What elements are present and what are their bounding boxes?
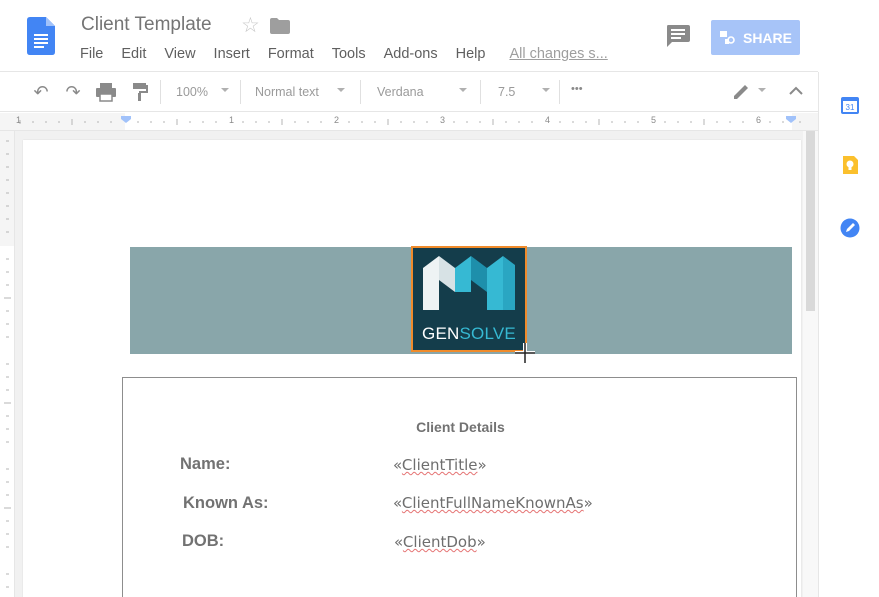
font-select[interactable]: Verdana: [377, 85, 424, 99]
menu-edit[interactable]: Edit: [121, 46, 146, 62]
right-indent-marker: [786, 116, 796, 123]
share-button[interactable]: SHARE: [711, 20, 800, 55]
merge-close: »: [476, 533, 486, 551]
folder-icon[interactable]: [270, 18, 290, 34]
menu-tools[interactable]: Tools: [332, 46, 366, 62]
docs-logo-icon[interactable]: [27, 17, 55, 55]
toolbar-divider: [360, 80, 361, 104]
menu-file[interactable]: File: [80, 46, 103, 62]
size-caret-icon: [542, 88, 550, 92]
share-lock-icon: [719, 30, 735, 44]
move-cursor-icon: [515, 343, 535, 363]
tasks-icon[interactable]: [840, 218, 860, 238]
collapse-menu-icon[interactable]: [787, 84, 805, 98]
client-title-merge-field[interactable]: «ClientTitle»: [393, 456, 487, 474]
merge-close: »: [583, 494, 593, 512]
left-indent-marker: [121, 116, 131, 123]
ruler-number: 1: [16, 115, 22, 125]
toolbar-divider: [559, 80, 560, 104]
scrollbar-thumb[interactable]: [806, 131, 815, 311]
merge-open: «: [393, 494, 402, 512]
menu-format[interactable]: Format: [268, 46, 314, 62]
ruler-ticks: [19, 116, 801, 125]
side-panel: 31: [818, 72, 879, 597]
vertical-scrollbar[interactable]: [803, 131, 818, 597]
known-as-merge-field[interactable]: «ClientFullNameKnownAs»: [393, 494, 593, 512]
more-icon[interactable]: •••: [571, 83, 583, 95]
comment-icon[interactable]: [666, 25, 690, 47]
merge-field-name: ClientFullNameKnownAs: [401, 494, 584, 512]
client-details-title: Client Details: [416, 419, 505, 435]
style-select[interactable]: Normal text: [255, 85, 319, 99]
ruler-number: 6: [756, 115, 762, 125]
ruler-number: 4: [545, 115, 551, 125]
print-icon[interactable]: [95, 82, 117, 102]
merge-field-name: ClientDob: [402, 533, 477, 551]
menu-view[interactable]: View: [164, 46, 195, 62]
horizontal-ruler[interactable]: 1 1 2 3 4 5 6: [0, 113, 818, 131]
menu-insert[interactable]: Insert: [214, 46, 250, 62]
vertical-ruler[interactable]: [0, 131, 15, 597]
calendar-icon[interactable]: 31: [840, 95, 860, 115]
merge-open: «: [393, 456, 402, 474]
header-bar: Client Template ☆ File Edit View Insert …: [0, 0, 879, 72]
header-right-spacer: [818, 0, 879, 72]
logo-wordmark-gen: GEN: [422, 324, 460, 343]
document-canvas[interactable]: GENSOLVE Client Details Name: «ClientTit…: [15, 131, 803, 597]
gensolve-m-logo-icon: [423, 256, 515, 310]
editing-mode-pencil-icon[interactable]: [731, 82, 753, 102]
toolbar: ↶ ↷ 100% Normal text Verdana 7.5 •••: [0, 72, 818, 112]
toolbar-divider: [480, 80, 481, 104]
calendar-day: 31: [846, 103, 855, 112]
ruler-number: 3: [440, 115, 446, 125]
star-icon[interactable]: ☆: [241, 13, 260, 38]
share-label: SHARE: [742, 29, 792, 46]
menu-addons[interactable]: Add-ons: [384, 46, 438, 62]
keep-icon[interactable]: [840, 155, 860, 175]
vertical-ruler-ticks: [4, 140, 11, 588]
menu-bar: File Edit View Insert Format Tools Add-o…: [80, 46, 626, 62]
font-size-select[interactable]: 7.5: [498, 85, 515, 99]
undo-icon[interactable]: ↶: [30, 82, 52, 102]
zoom-caret-icon: [221, 88, 229, 92]
merge-close: »: [477, 456, 487, 474]
redo-icon[interactable]: ↷: [62, 82, 84, 102]
ruler-number: 1: [229, 115, 235, 125]
dob-label: DOB:: [182, 532, 225, 550]
ruler-number: 2: [334, 115, 340, 125]
name-label: Name:: [180, 455, 231, 473]
mode-caret-icon: [758, 88, 766, 92]
known-as-label: Known As:: [183, 494, 269, 512]
zoom-select[interactable]: 100%: [176, 85, 208, 99]
document-page[interactable]: GENSOLVE Client Details Name: «ClientTit…: [23, 140, 801, 597]
font-caret-icon: [459, 88, 467, 92]
style-caret-icon: [337, 88, 345, 92]
paint-format-icon[interactable]: [129, 82, 151, 102]
company-logo-image[interactable]: GENSOLVE: [411, 246, 527, 352]
logo-wordmark: GENSOLVE: [413, 324, 525, 344]
save-status-link[interactable]: All changes s...: [509, 46, 607, 62]
ruler-number: 5: [651, 115, 657, 125]
client-details-table[interactable]: Client Details Name: «ClientTitle» Known…: [122, 377, 797, 597]
menu-help[interactable]: Help: [456, 46, 486, 62]
dob-merge-field[interactable]: «ClientDob»: [394, 533, 486, 551]
docs-app: Client Template ☆ File Edit View Insert …: [0, 0, 879, 597]
logo-wordmark-solve: SOLVE: [459, 324, 516, 343]
merge-open: «: [394, 533, 403, 551]
toolbar-divider: [240, 80, 241, 104]
document-title[interactable]: Client Template: [81, 14, 212, 36]
toolbar-divider: [160, 80, 161, 104]
header-banner: GENSOLVE: [130, 246, 792, 354]
merge-field-name: ClientTitle: [401, 456, 478, 474]
